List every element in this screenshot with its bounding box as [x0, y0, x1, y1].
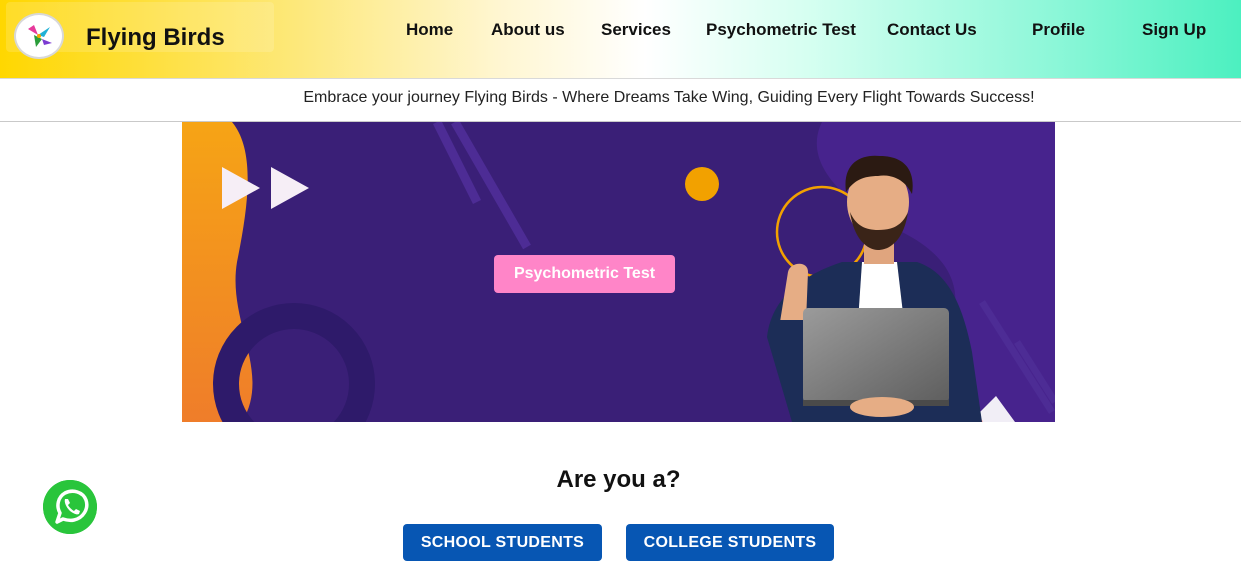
tagline-text: Embrace your journey Flying Birds - Wher… — [303, 89, 1035, 106]
brand-name[interactable]: Flying Birds — [86, 24, 225, 52]
nav-about-us[interactable]: About us — [491, 20, 565, 40]
college-students-button[interactable]: COLLEGE STUDENTS — [626, 524, 834, 561]
nav-contact-us[interactable]: Contact Us — [887, 20, 977, 40]
hero-banner: Psychometric Test — [182, 122, 1055, 422]
nav-psychometric-test[interactable]: Psychometric Test — [706, 20, 856, 40]
nav-profile[interactable]: Profile — [1032, 20, 1085, 40]
school-students-button[interactable]: SCHOOL STUDENTS — [403, 524, 602, 561]
nav-services[interactable]: Services — [601, 20, 671, 40]
audience-question: Are you a? — [556, 466, 681, 493]
nav-sign-up[interactable]: Sign Up — [1142, 20, 1206, 40]
psychometric-test-button[interactable]: Psychometric Test — [494, 255, 675, 293]
nav-home[interactable]: Home — [406, 20, 453, 40]
tagline-bar: Embrace your journey Flying Birds - Wher… — [0, 79, 1241, 122]
whatsapp-icon[interactable] — [43, 480, 97, 534]
bird-logo-icon[interactable] — [14, 13, 64, 59]
site-header: Flying Birds Home About us Services Psyc… — [0, 0, 1241, 79]
